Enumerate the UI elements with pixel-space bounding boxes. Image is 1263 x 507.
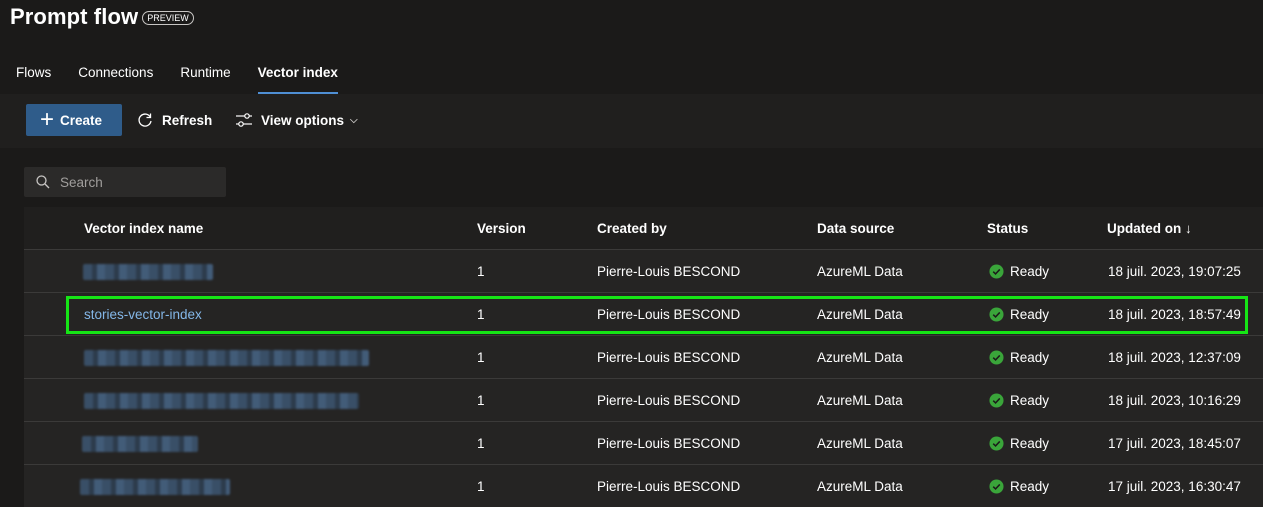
data-source-cell: AzureML Data bbox=[817, 436, 903, 451]
table-row[interactable]: 1 Pierre-Louis BESCOND AzureML Data Ready 18… bbox=[24, 336, 1263, 379]
data-source-cell: AzureML Data bbox=[817, 393, 903, 408]
chevron-down-icon: ⌵ bbox=[350, 114, 358, 126]
column-header-version[interactable]: Version bbox=[477, 207, 526, 250]
created-by-cell: Pierre-Louis BESCOND bbox=[597, 264, 741, 279]
highlight-box bbox=[66, 296, 1248, 334]
page-header: Prompt flow PREVIEW bbox=[10, 4, 194, 30]
status-label: Ready bbox=[1010, 264, 1050, 279]
create-button-label: Create bbox=[60, 112, 103, 128]
check-circle-icon bbox=[989, 350, 1004, 365]
table-row[interactable]: 1 Pierre-Louis BESCOND AzureML Data Ready 17… bbox=[24, 465, 1263, 507]
data-source-cell: AzureML Data bbox=[817, 264, 903, 279]
table-row[interactable]: 1 Pierre-Louis BESCOND AzureML Data Ready 17… bbox=[24, 422, 1263, 465]
sliders-icon bbox=[236, 113, 252, 127]
tab-flows[interactable]: Flows bbox=[16, 60, 51, 94]
redacted-index-name[interactable] bbox=[84, 393, 359, 409]
table-header: Vector index name Version Created by Dat… bbox=[24, 207, 1263, 250]
check-circle-icon bbox=[989, 264, 1004, 279]
version-cell: 1 bbox=[477, 350, 485, 365]
table-row[interactable]: 1 Pierre-Louis BESCOND AzureML Data Ready 18… bbox=[24, 250, 1263, 293]
tab-connections[interactable]: Connections bbox=[78, 60, 153, 94]
status-label: Ready bbox=[1010, 479, 1050, 494]
version-cell: 1 bbox=[477, 264, 485, 279]
column-header-updated-on[interactable]: Updated on ↓ bbox=[1107, 207, 1192, 250]
check-circle-icon bbox=[989, 436, 1004, 451]
search-box[interactable] bbox=[24, 167, 226, 197]
column-header-status[interactable]: Status bbox=[987, 207, 1028, 250]
check-circle-icon bbox=[989, 479, 1004, 494]
created-by-cell: Pierre-Louis BESCOND bbox=[597, 436, 741, 451]
column-header-created-by[interactable]: Created by bbox=[597, 207, 667, 250]
tab-runtime[interactable]: Runtime bbox=[180, 60, 230, 94]
created-by-cell: Pierre-Louis BESCOND bbox=[597, 479, 741, 494]
updated-on-cell: 18 juil. 2023, 12:37:09 bbox=[1108, 350, 1241, 365]
refresh-icon bbox=[138, 113, 152, 127]
page-title: Prompt flow bbox=[10, 4, 139, 29]
refresh-button[interactable]: Refresh bbox=[136, 104, 212, 136]
status-cell: Ready bbox=[989, 465, 1049, 507]
updated-on-cell: 17 juil. 2023, 18:45:07 bbox=[1108, 436, 1241, 451]
view-options-button[interactable]: View options ⌵ bbox=[235, 104, 358, 136]
search-icon bbox=[36, 175, 50, 189]
version-cell: 1 bbox=[477, 479, 485, 494]
status-label: Ready bbox=[1010, 436, 1050, 451]
status-cell: Ready bbox=[989, 336, 1049, 379]
status-cell: Ready bbox=[989, 250, 1049, 293]
version-cell: 1 bbox=[477, 436, 485, 451]
updated-on-cell: 17 juil. 2023, 16:30:47 bbox=[1108, 479, 1241, 494]
tab-vector-index[interactable]: Vector index bbox=[257, 60, 339, 94]
created-by-cell: Pierre-Louis BESCOND bbox=[597, 393, 741, 408]
check-circle-icon bbox=[989, 393, 1004, 408]
column-header-data-source[interactable]: Data source bbox=[817, 207, 894, 250]
redacted-index-name[interactable] bbox=[80, 479, 230, 495]
status-label: Ready bbox=[1010, 350, 1050, 365]
preview-badge: PREVIEW bbox=[142, 11, 194, 25]
data-source-cell: AzureML Data bbox=[817, 479, 903, 494]
updated-on-cell: 18 juil. 2023, 19:07:25 bbox=[1108, 264, 1241, 279]
redacted-index-name[interactable] bbox=[84, 350, 369, 366]
redacted-index-name[interactable] bbox=[82, 436, 198, 452]
plus-icon: + bbox=[40, 106, 55, 133]
redacted-index-name[interactable] bbox=[83, 264, 213, 280]
version-cell: 1 bbox=[477, 393, 485, 408]
table-row[interactable]: 1 Pierre-Louis BESCOND AzureML Data Ready 18… bbox=[24, 379, 1263, 422]
created-by-cell: Pierre-Louis BESCOND bbox=[597, 350, 741, 365]
column-header-name[interactable]: Vector index name bbox=[84, 207, 203, 250]
view-options-label: View options bbox=[261, 112, 345, 128]
create-button[interactable]: + Create bbox=[26, 104, 122, 136]
search-input[interactable] bbox=[60, 174, 210, 190]
data-source-cell: AzureML Data bbox=[817, 350, 903, 365]
toolbar: + Create Refresh View options ⌵ bbox=[0, 94, 1263, 148]
status-cell: Ready bbox=[989, 422, 1049, 465]
refresh-button-label: Refresh bbox=[162, 112, 213, 128]
vector-index-table: Vector index name Version Created by Dat… bbox=[24, 207, 1263, 507]
tab-bar: Flows Connections Runtime Vector index bbox=[16, 60, 365, 94]
status-cell: Ready bbox=[989, 379, 1049, 422]
updated-on-cell: 18 juil. 2023, 10:16:29 bbox=[1108, 393, 1241, 408]
status-label: Ready bbox=[1010, 393, 1050, 408]
